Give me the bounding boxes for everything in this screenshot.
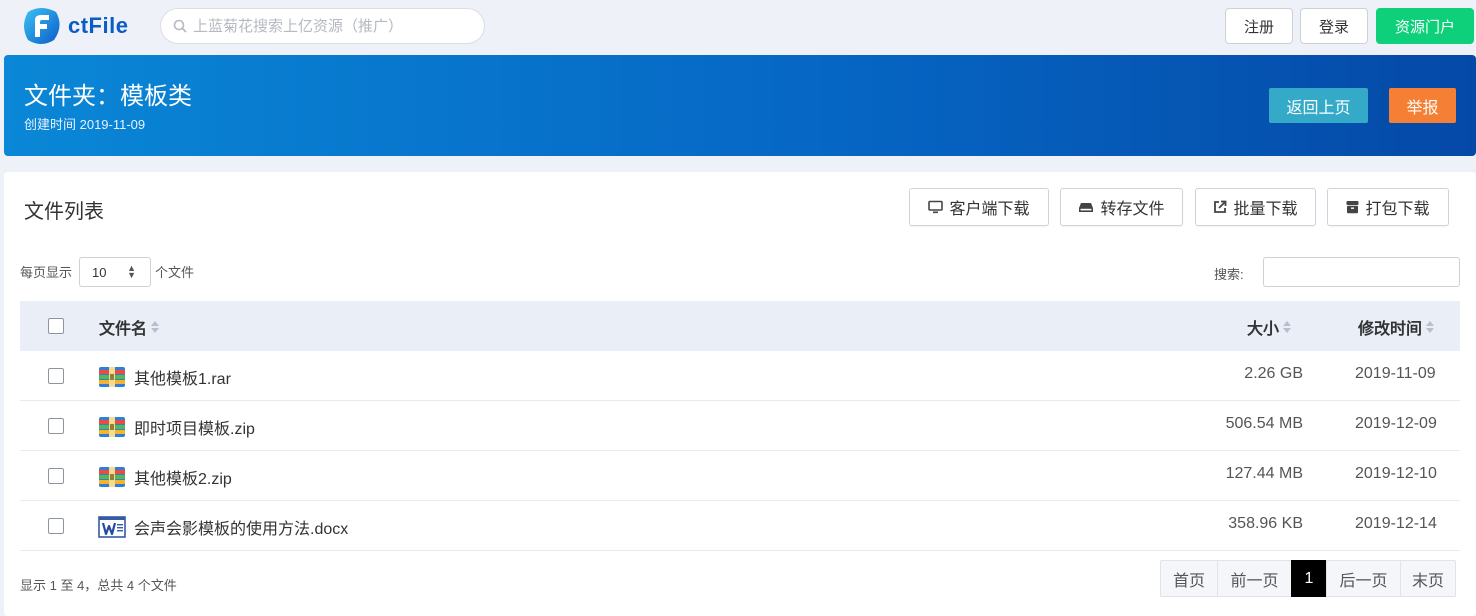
ctfile-logo[interactable]: ctFile (20, 6, 146, 46)
file-size: 358.96 KB (1228, 515, 1303, 532)
monitor-icon (928, 200, 944, 214)
column-header-name[interactable]: 文件名 (99, 315, 160, 339)
column-size-label: 大小 (1247, 321, 1280, 338)
next-page-button[interactable]: 后一页 (1326, 560, 1401, 597)
folder-title: 文件夹：模板类 (24, 83, 192, 110)
external-link-icon (1214, 200, 1227, 213)
file-name-link[interactable]: 其他模板1.rar (134, 365, 231, 389)
per-page-select[interactable]: 10 ▲ ▼ (79, 257, 151, 287)
global-search-box[interactable] (160, 8, 485, 44)
client-download-label: 客户端下载 (949, 201, 1030, 218)
table-header: 文件名 大小 修改时间 (20, 301, 1460, 351)
global-search-input[interactable] (193, 17, 473, 35)
archive-icon (99, 467, 125, 487)
archive-box-icon (1346, 201, 1359, 214)
file-modified-date: 2019-12-09 (1355, 415, 1437, 432)
row-checkbox-cell (48, 418, 64, 434)
file-size: 506.54 MB (1225, 415, 1303, 432)
file-name-cell: 即时项目模板.zip (98, 415, 255, 439)
prev-page-button[interactable]: 前一页 (1217, 560, 1292, 597)
first-page-button[interactable]: 首页 (1160, 560, 1218, 597)
folder-created-time: 创建时间 2019-11-09 (24, 117, 146, 132)
per-page-value: 10 (92, 264, 107, 280)
file-size: 2.26 GB (1244, 365, 1303, 382)
table-row: 即时项目模板.zip 506.54 MB 2019-12-09 (20, 401, 1460, 451)
archive-icon (99, 417, 125, 437)
column-modified-label: 修改时间 (1358, 321, 1423, 338)
column-header-modified[interactable]: 修改时间 (1358, 315, 1435, 339)
row-checkbox-cell (48, 468, 64, 484)
report-button[interactable]: 举报 (1389, 88, 1456, 123)
logo-text: ctFile (68, 13, 129, 38)
pagination: 首页 前一页 1 后一页 末页 (1160, 560, 1456, 597)
row-checkbox[interactable] (48, 418, 64, 434)
table-search-label: 搜索: (1214, 267, 1244, 282)
sort-icon (1426, 321, 1435, 333)
file-size: 127.44 MB (1225, 465, 1303, 482)
table-info: 显示 1 至 4，总共 4 个文件 (20, 578, 177, 593)
save-file-label: 转存文件 (1100, 201, 1165, 218)
file-modified-date: 2019-12-14 (1355, 515, 1437, 532)
hard-drive-icon (1079, 203, 1094, 212)
row-checkbox[interactable] (48, 468, 64, 484)
table-search-input[interactable] (1263, 257, 1460, 287)
search-icon (173, 19, 187, 33)
file-name-cell: 其他模板2.zip (98, 465, 232, 489)
login-button[interactable]: 登录 (1300, 8, 1368, 44)
row-checkbox-cell (48, 368, 64, 384)
table-row: 会声会影模板的使用方法.docx 358.96 KB 2019-12-14 (20, 501, 1460, 551)
pack-download-label: 打包下载 (1365, 201, 1430, 218)
select-caret-icon: ▲ ▼ (127, 263, 136, 280)
column-header-size[interactable]: 大小 (1247, 315, 1292, 339)
last-page-button[interactable]: 末页 (1400, 560, 1456, 597)
folder-banner: 文件夹：模板类 创建时间 2019-11-09 返回上页 举报 (4, 55, 1476, 156)
table-row: 其他模板2.zip 127.44 MB 2019-12-10 (20, 451, 1460, 501)
sort-icon (1283, 321, 1292, 333)
archive-icon (99, 367, 125, 387)
file-name-link[interactable]: 会声会影模板的使用方法.docx (134, 515, 348, 539)
select-all-checkbox[interactable] (48, 318, 64, 334)
file-modified-date: 2019-11-09 (1355, 365, 1436, 382)
row-checkbox[interactable] (48, 518, 64, 534)
row-checkbox[interactable] (48, 368, 64, 384)
batch-download-button[interactable]: 批量下载 (1195, 188, 1316, 226)
pack-download-button[interactable]: 打包下载 (1327, 188, 1449, 226)
row-checkbox-cell (48, 518, 64, 534)
per-page-suffix: 个文件 (155, 265, 195, 280)
word-doc-icon (98, 516, 126, 538)
panel-title: 文件列表 (24, 201, 104, 223)
table-row: 其他模板1.rar 2.26 GB 2019-11-09 (20, 351, 1460, 401)
client-download-button[interactable]: 客户端下载 (909, 188, 1049, 226)
save-file-button[interactable]: 转存文件 (1060, 188, 1183, 226)
sort-icon (151, 321, 160, 333)
ctfile-logo-icon (24, 8, 60, 44)
register-button[interactable]: 注册 (1225, 8, 1293, 44)
file-list-panel: 文件列表 客户端下载 转存文件 批量下载 打包下载 每页显示 10 ▲ ▼ 个文… (4, 172, 1476, 616)
per-page-label: 每页显示 (20, 265, 73, 280)
current-page-button[interactable]: 1 (1291, 560, 1327, 597)
resource-portal-button[interactable]: 资源门户 (1376, 8, 1474, 44)
back-button[interactable]: 返回上页 (1269, 88, 1368, 123)
file-name-link[interactable]: 其他模板2.zip (134, 465, 232, 489)
top-navbar: ctFile 注册 登录 资源门户 (0, 0, 1476, 54)
batch-download-label: 批量下载 (1233, 201, 1298, 218)
file-modified-date: 2019-12-10 (1355, 465, 1437, 482)
file-name-link[interactable]: 即时项目模板.zip (134, 415, 255, 439)
select-all-cell (48, 318, 64, 334)
column-name-label: 文件名 (99, 321, 148, 338)
file-name-cell: 其他模板1.rar (98, 365, 231, 389)
file-name-cell: 会声会影模板的使用方法.docx (98, 515, 348, 539)
